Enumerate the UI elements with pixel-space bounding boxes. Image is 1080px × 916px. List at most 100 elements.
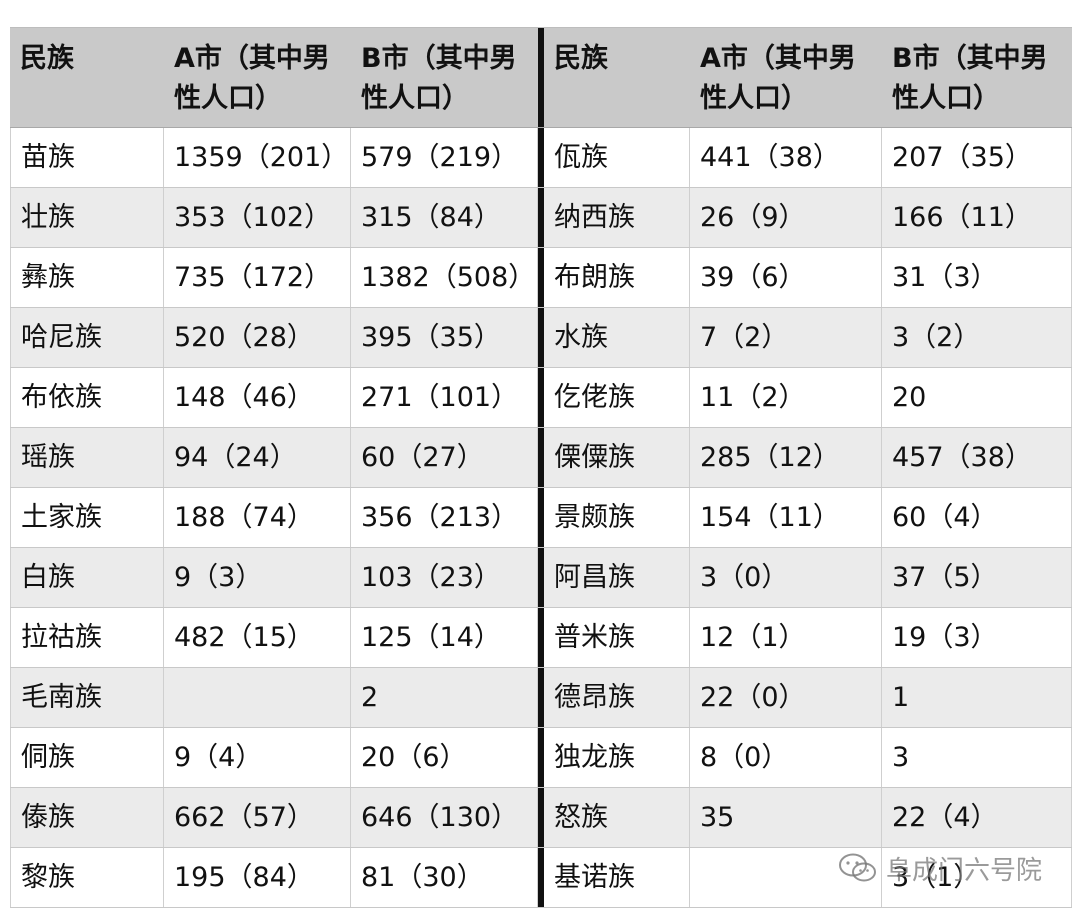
cell-ethnic-group-left: 苗族 [10,128,164,187]
cell-city-b-left: 315（84） [351,188,538,247]
table-row: 苗族 1359（201） 579（219） 佤族 441（38） 207（35） [10,128,1072,188]
cell-city-a-right: 22（0） [690,668,882,727]
header-city-b-left: B市（其中男性人口） [361,43,517,114]
cell-city-b-left: 60（27） [351,428,538,487]
cell-city-b-right: 22（4） [882,788,1072,847]
cell-ethnic-group-right: 纳西族 [544,188,690,247]
cell-ethnic-group-left: 瑶族 [10,428,164,487]
cell-city-b-left: 1382（508） [351,248,538,307]
cell-ethnic-group-left: 壮族 [10,188,164,247]
table-row: 布依族 148（46） 271（101） 仡佬族 11（2） 20 [10,368,1072,428]
cell-city-b-right: 3（2） [882,308,1072,367]
cell-city-b-left: 103（23） [351,548,538,607]
cell-city-b-right: 19（3） [882,608,1072,667]
cell-ethnic-group-right: 布朗族 [544,248,690,307]
cell-city-b-right: 457（38） [882,428,1072,487]
header-city-a-right: A市（其中男性人口） [700,43,856,114]
cell-city-a-left: 1359（201） [164,128,351,187]
cell-ethnic-group-right: 德昂族 [544,668,690,727]
table-header-row: 民族 A市（其中男性人口） B市（其中男性人口） 民族 A市（其中男性人口） B… [10,28,1072,128]
cell-city-a-right: 154（11） [690,488,882,547]
cell-ethnic-group-right: 仡佬族 [544,368,690,427]
header-ethnic-group-right: 民族 [554,43,608,74]
cell-ethnic-group-left: 布依族 [10,368,164,427]
cell-ethnic-group-left: 哈尼族 [10,308,164,367]
cell-city-a-right: 26（9） [690,188,882,247]
cell-city-b-left: 356（213） [351,488,538,547]
table-row: 瑶族 94（24） 60（27） 傈僳族 285（12） 457（38） [10,428,1072,488]
table-row: 拉祜族 482（15） 125（14） 普米族 12（1） 19（3） [10,608,1072,668]
table-row: 侗族 9（4） 20（6） 独龙族 8（0） 3 [10,728,1072,788]
cell-city-a-left: 9（4） [164,728,351,787]
wechat-icon [839,853,876,882]
cell-city-b-left: 646（130） [351,788,538,847]
table-row: 彝族 735（172） 1382（508） 布朗族 39（6） 31（3） [10,248,1072,308]
cell-ethnic-group-right: 独龙族 [544,728,690,787]
cell-city-b-left: 20（6） [351,728,538,787]
cell-ethnic-group-left: 土家族 [10,488,164,547]
header-city-b-right: B市（其中男性人口） [892,43,1048,114]
table-row: 傣族 662（57） 646（130） 怒族 35 22（4） [10,788,1072,848]
cell-city-a-right: 441（38） [690,128,882,187]
cell-city-b-right: 37（5） [882,548,1072,607]
cell-city-b-right: 60（4） [882,488,1072,547]
cell-ethnic-group-left: 侗族 [10,728,164,787]
cell-city-b-left: 395（35） [351,308,538,367]
cell-city-a-left: 353（102） [164,188,351,247]
header-ethnic-group-left: 民族 [20,43,74,74]
cell-city-a-right: 7（2） [690,308,882,367]
watermark-text: 阜成门六号院 [886,855,1043,886]
cell-city-a-right: 8（0） [690,728,882,787]
cell-city-b-right: 3 [882,728,1072,787]
cell-city-a-right: 11（2） [690,368,882,427]
cell-ethnic-group-right: 基诺族 [544,848,690,907]
cell-city-b-left: 579（219） [351,128,538,187]
cell-ethnic-group-left: 傣族 [10,788,164,847]
cell-city-a-right: 3（0） [690,548,882,607]
cell-ethnic-group-left: 毛南族 [10,668,164,727]
cell-ethnic-group-left: 黎族 [10,848,164,907]
cell-ethnic-group-right: 佤族 [544,128,690,187]
cell-ethnic-group-right: 傈僳族 [544,428,690,487]
cell-ethnic-group-right: 景颇族 [544,488,690,547]
table-row: 毛南族 2 德昂族 22（0） 1 [10,668,1072,728]
cell-city-a-left: 188（74） [164,488,351,547]
cell-city-a-left: 482（15） [164,608,351,667]
cell-city-a-left: 735（172） [164,248,351,307]
cell-ethnic-group-right: 阿昌族 [544,548,690,607]
cell-ethnic-group-left: 拉祜族 [10,608,164,667]
cell-city-a-right: 285（12） [690,428,882,487]
cell-ethnic-group-right: 普米族 [544,608,690,667]
cell-city-a-left: 94（24） [164,428,351,487]
cell-city-a-right: 35 [690,788,882,847]
table-row: 哈尼族 520（28） 395（35） 水族 7（2） 3（2） [10,308,1072,368]
cell-city-a-left: 148（46） [164,368,351,427]
table-row: 壮族 353（102） 315（84） 纳西族 26（9） 166（11） [10,188,1072,248]
cell-city-a-left: 9（3） [164,548,351,607]
watermark: 阜成门六号院 [838,848,1042,888]
cell-city-a-left: 520（28） [164,308,351,367]
cell-ethnic-group-left: 彝族 [10,248,164,307]
cell-ethnic-group-right: 怒族 [544,788,690,847]
cell-ethnic-group-left: 白族 [10,548,164,607]
cell-city-b-left: 271（101） [351,368,538,427]
header-city-a-left: A市（其中男性人口） [174,43,330,114]
cell-city-a-left: 662（57） [164,788,351,847]
cell-city-b-right: 20 [882,368,1072,427]
cell-city-a-right: 12（1） [690,608,882,667]
cell-city-b-left: 2 [351,668,538,727]
table-body: 苗族 1359（201） 579（219） 佤族 441（38） 207（35） 壮族 353… [10,128,1072,908]
cell-city-a-left [164,668,351,727]
cell-ethnic-group-right: 水族 [544,308,690,367]
table-row: 白族 9（3） 103（23） 阿昌族 3（0） 37（5） [10,548,1072,608]
cell-city-b-right: 1 [882,668,1072,727]
cell-city-b-right: 207（35） [882,128,1072,187]
table-row: 土家族 188（74） 356（213） 景颇族 154（11） 60（4） [10,488,1072,548]
cell-city-a-right: 39（6） [690,248,882,307]
cell-city-a-left: 195（84） [164,848,351,907]
cell-city-b-right: 31（3） [882,248,1072,307]
cell-city-b-left: 81（30） [351,848,538,907]
cell-city-b-left: 125（14） [351,608,538,667]
cell-city-b-right: 166（11） [882,188,1072,247]
ethnic-population-table: 民族 A市（其中男性人口） B市（其中男性人口） 民族 A市（其中男性人口） B… [10,27,1072,908]
